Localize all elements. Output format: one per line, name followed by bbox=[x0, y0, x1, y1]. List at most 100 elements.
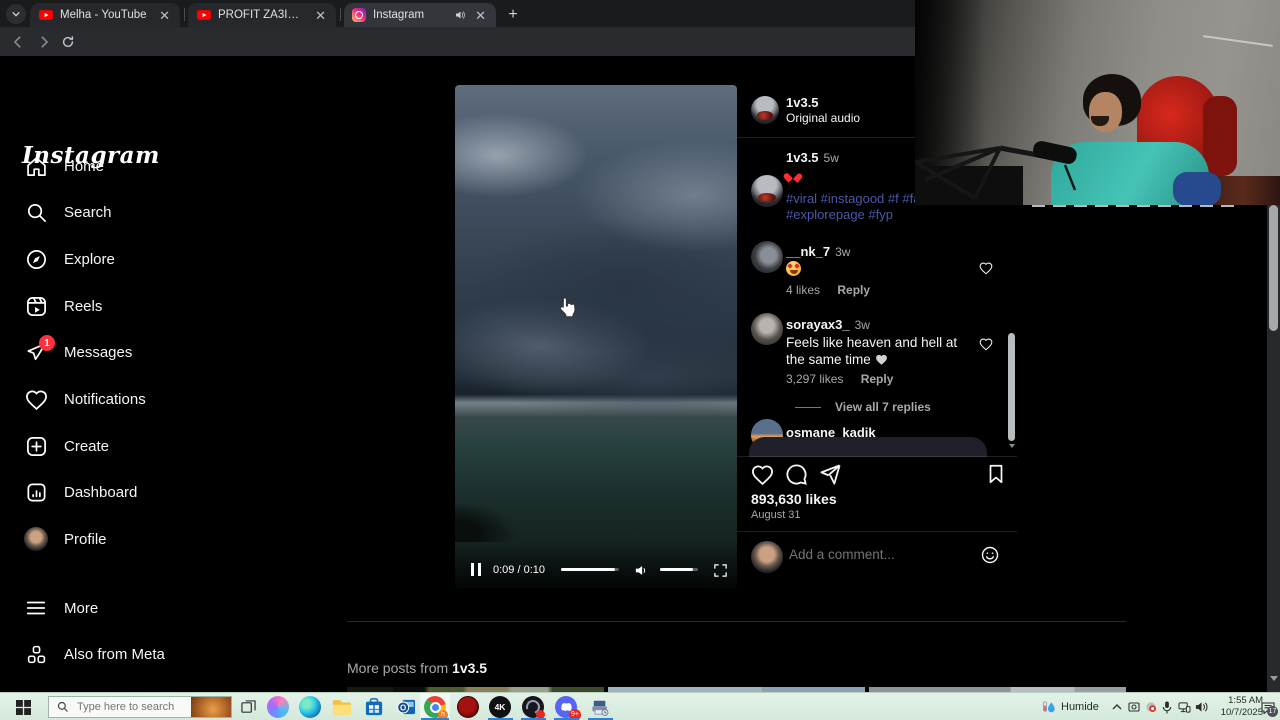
sidebar-item-label: Create bbox=[64, 437, 110, 455]
pause-button[interactable] bbox=[470, 563, 482, 576]
copilot-icon[interactable] bbox=[264, 693, 292, 720]
heart-eyes-emoji bbox=[786, 261, 801, 281]
taskbar-search-input[interactable] bbox=[75, 700, 183, 714]
like-button[interactable] bbox=[751, 463, 774, 486]
post-author-username[interactable]: 1v3.5 bbox=[786, 95, 819, 110]
close-icon[interactable]: ✕ bbox=[313, 9, 328, 22]
printer-device-icon[interactable] bbox=[586, 693, 614, 720]
close-icon[interactable]: ✕ bbox=[157, 9, 172, 22]
post-author-avatar[interactable] bbox=[751, 96, 779, 124]
sidebar-item-notifications[interactable]: Notifications bbox=[24, 383, 146, 415]
reply-button[interactable]: Reply bbox=[837, 283, 870, 297]
desktop: Melha - YouTube ✕ PROFIT ZA3IM ft MORO -… bbox=[0, 0, 1280, 720]
browser-tab-youtube-2[interactable]: PROFIT ZA3IM ft MORO -'Watt ✕ bbox=[188, 3, 336, 27]
red-media-app-icon[interactable] bbox=[454, 693, 482, 720]
comment-text: Feels like heaven and hell at the same t… bbox=[786, 335, 958, 367]
new-tab-button[interactable]: + bbox=[503, 5, 523, 25]
tray-expand-chevron[interactable] bbox=[1108, 693, 1126, 720]
sidebar-item-explore[interactable]: Explore bbox=[24, 243, 115, 275]
more-posts-username[interactable]: 1v3.5 bbox=[452, 660, 487, 676]
fullscreen-icon[interactable] bbox=[713, 563, 728, 578]
add-comment-input[interactable] bbox=[787, 546, 967, 563]
mouse-cursor-hand bbox=[559, 297, 576, 318]
video-progress-bar[interactable] bbox=[561, 568, 619, 571]
sidebar-item-home[interactable]: Home bbox=[24, 150, 104, 182]
youtube-favicon-icon bbox=[38, 8, 53, 23]
file-explorer-icon[interactable] bbox=[328, 693, 356, 720]
volume-icon[interactable] bbox=[634, 563, 649, 578]
tab-search-button[interactable] bbox=[6, 4, 26, 24]
tray-network-icon[interactable] bbox=[1176, 693, 1193, 720]
tray-window-icon[interactable] bbox=[1126, 693, 1142, 720]
post-audio-label[interactable]: Original audio bbox=[786, 111, 860, 125]
audio-playing-icon[interactable] bbox=[454, 9, 466, 21]
search-icon bbox=[24, 200, 48, 224]
forward-button[interactable] bbox=[34, 32, 53, 51]
sidebar-item-more[interactable]: More bbox=[24, 592, 98, 624]
scrollbar-thumb[interactable] bbox=[1269, 205, 1278, 331]
sidebar-item-profile[interactable]: Profile bbox=[24, 523, 107, 555]
sidebar-item-messages[interactable]: 1 Messages bbox=[24, 335, 132, 368]
back-button[interactable] bbox=[8, 32, 27, 51]
caption-username[interactable]: 1v3.5 bbox=[786, 150, 819, 165]
caption-time: 5w bbox=[823, 151, 839, 165]
caption-hashtags-2[interactable]: #explorepage #fyp bbox=[786, 207, 893, 222]
view-replies-button[interactable]: View all 7 replies bbox=[795, 400, 931, 414]
comment-avatar[interactable] bbox=[751, 241, 783, 273]
video-time: 0:09 / 0:10 bbox=[493, 564, 545, 576]
compass-icon bbox=[24, 247, 48, 271]
sidebar-item-reels[interactable]: Reels bbox=[24, 290, 102, 322]
comment-likes: 3,297 likes bbox=[786, 372, 844, 386]
sidebar-item-dashboard[interactable]: Dashboard bbox=[24, 476, 137, 508]
tab-title: Instagram bbox=[373, 9, 425, 21]
discord-icon[interactable]: 9+ bbox=[552, 693, 581, 720]
close-icon[interactable]: ✕ bbox=[473, 9, 488, 22]
sidebar-item-label: Home bbox=[64, 157, 105, 175]
task-view-button[interactable] bbox=[234, 693, 262, 720]
heart-icon bbox=[24, 387, 48, 411]
weather-widget[interactable]: Humide bbox=[1042, 693, 1099, 720]
sidebar-item-search[interactable]: Search bbox=[24, 196, 112, 228]
comment-avatar[interactable] bbox=[751, 313, 783, 345]
edge-icon[interactable] bbox=[296, 693, 324, 720]
comment-likes: 4 likes bbox=[786, 283, 821, 297]
scrollbar-down-arrow[interactable] bbox=[1270, 676, 1278, 681]
browser-tab-instagram[interactable]: Instagram ✕ bbox=[344, 3, 496, 27]
comment-button[interactable] bbox=[785, 463, 808, 486]
sidebar-item-create[interactable]: Create bbox=[24, 430, 109, 462]
taskbar-search-box[interactable] bbox=[48, 696, 232, 718]
search-highlight-image[interactable] bbox=[191, 697, 231, 717]
emoji-picker-icon[interactable] bbox=[980, 545, 1000, 565]
comment-like-icon[interactable] bbox=[979, 337, 993, 351]
sidebar-item-also-from-meta[interactable]: Also from Meta bbox=[24, 638, 165, 670]
browser-tab-youtube-1[interactable]: Melha - YouTube ✕ bbox=[30, 3, 180, 27]
tray-microphone-icon[interactable] bbox=[1159, 693, 1175, 720]
volume-bar[interactable] bbox=[660, 568, 698, 571]
chrome-icon-active[interactable]: h bbox=[420, 693, 450, 720]
caption-hashtags-1[interactable]: #viral #instagood #f #fash bbox=[786, 191, 934, 206]
reply-button[interactable]: Reply bbox=[861, 372, 894, 386]
post-video[interactable]: 0:09 / 0:10 bbox=[455, 85, 737, 588]
comments-scrollbar[interactable] bbox=[1008, 333, 1015, 441]
start-button[interactable] bbox=[8, 693, 38, 720]
outlook-icon[interactable]: O bbox=[392, 693, 420, 720]
comment-username[interactable]: __nk_7 bbox=[786, 244, 830, 259]
taskbar-clock[interactable]: 1:55 AM 10/7/2025 bbox=[1205, 695, 1263, 719]
tray-record-icon[interactable] bbox=[1143, 693, 1159, 720]
sidebar-item-label: Dashboard bbox=[64, 483, 138, 501]
comments-scroll-down-arrow[interactable] bbox=[1009, 444, 1015, 448]
4k-downloader-icon[interactable]: 4K bbox=[486, 693, 514, 720]
share-button[interactable] bbox=[819, 463, 842, 486]
save-button[interactable] bbox=[985, 463, 1007, 485]
reload-button[interactable] bbox=[58, 32, 77, 51]
caption-avatar[interactable] bbox=[751, 175, 783, 207]
obs-recorder-icon[interactable] bbox=[519, 693, 547, 720]
plus-square-icon bbox=[24, 434, 48, 458]
comment-like-icon[interactable] bbox=[979, 261, 993, 275]
likes-count[interactable]: 893,630 likes bbox=[751, 491, 837, 507]
microsoft-store-icon[interactable] bbox=[360, 693, 388, 720]
comment-username[interactable]: sorayax3_ bbox=[786, 317, 850, 332]
notification-center-button[interactable]: 17 bbox=[1258, 693, 1278, 720]
webcam-overlay bbox=[915, 0, 1280, 205]
red-heart-emoji bbox=[787, 167, 798, 185]
